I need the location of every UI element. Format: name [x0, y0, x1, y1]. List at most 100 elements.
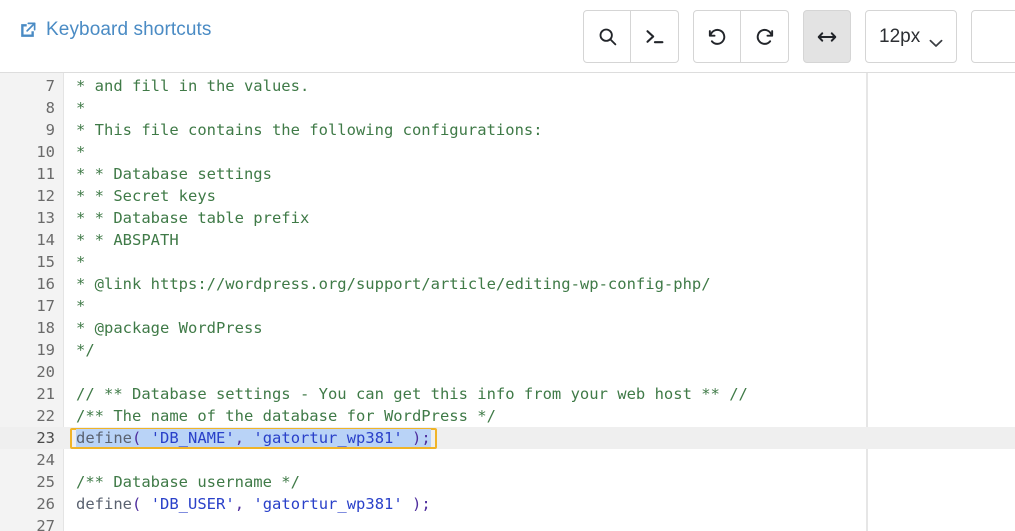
wrap-lines-toggle-button[interactable]	[803, 10, 851, 63]
line-number: 11	[36, 165, 55, 183]
code-text: * * ABSPATH	[76, 229, 179, 251]
line-number: 27	[36, 517, 55, 531]
code-line[interactable]: 13 * * Database table prefix	[0, 207, 1015, 229]
token-cmt: * * Secret keys	[76, 187, 216, 205]
token-str: 'gatortur_wp381'	[253, 429, 403, 447]
search-icon	[597, 26, 618, 47]
token-punc: ;	[421, 495, 431, 513]
token-punc: ,	[234, 495, 245, 513]
search-console-group	[583, 10, 679, 63]
redo-arrow-icon	[754, 26, 776, 48]
code-editor[interactable]: 7 * and fill in the values. 8 * 9 * This file…	[0, 73, 1015, 531]
code-text: * * Secret keys	[76, 185, 216, 207]
code-line[interactable]: 26 define( 'DB_USER', 'gatortur_wp381' );	[0, 493, 1015, 515]
token-fn: define	[76, 429, 132, 447]
code-line[interactable]: 16 * @link https://wordpress.org/support/…	[0, 273, 1015, 295]
code-line[interactable]: 23 define( 'DB_NAME', 'gatortur_wp381' );	[0, 427, 1015, 449]
code-text: /** The name of the database for WordPre…	[76, 405, 496, 427]
token-cmt: // ** Database settings - You can get th…	[76, 385, 748, 403]
token-cmt: *	[76, 143, 86, 161]
line-number: 19	[36, 341, 55, 359]
token-cmt: *	[76, 297, 86, 315]
line-number: 9	[45, 121, 55, 139]
toolbar-overflow-button[interactable]	[971, 10, 1015, 63]
token-fn	[402, 429, 413, 447]
token-cmt: * @link https://wordpress.org/support/ar…	[76, 275, 711, 293]
code-line[interactable]: 22 /** The name of the database for WordP…	[0, 405, 1015, 427]
code-lines-container[interactable]: 7 * and fill in the values. 8 * 9 * This file…	[0, 73, 1015, 531]
token-punc: ,	[234, 429, 245, 447]
code-text: * * Database settings	[76, 163, 272, 185]
code-line[interactable]: 8 *	[0, 97, 1015, 119]
font-size-select[interactable]: 12px	[865, 10, 958, 63]
undo-button[interactable]	[693, 10, 741, 63]
code-line[interactable]: 10 *	[0, 141, 1015, 163]
token-punc: )	[412, 495, 422, 513]
code-line[interactable]: 21 // ** Database settings - You can get …	[0, 383, 1015, 405]
line-number: 10	[36, 143, 55, 161]
code-line[interactable]: 17 *	[0, 295, 1015, 317]
token-cmt: * * Database settings	[76, 165, 272, 183]
code-line[interactable]: 24	[0, 449, 1015, 471]
terminal-prompt-icon	[644, 26, 665, 47]
token-cmt: * * Database table prefix	[76, 209, 310, 227]
token-fn	[244, 495, 253, 513]
token-str: 'DB_USER'	[150, 495, 235, 513]
token-cmt: * * ABSPATH	[76, 231, 179, 249]
line-number: 17	[36, 297, 55, 315]
code-text: *	[76, 97, 85, 119]
code-text: *	[76, 295, 85, 317]
code-text: define( 'DB_USER', 'gatortur_wp381' );	[76, 493, 431, 515]
horizontal-arrows-icon	[816, 26, 838, 48]
code-text: *	[76, 141, 85, 163]
line-number: 12	[36, 187, 55, 205]
token-cmt: * This file contains the following confi…	[76, 121, 543, 139]
code-line[interactable]: 18 * @package WordPress	[0, 317, 1015, 339]
code-text: * @package WordPress	[76, 317, 263, 339]
code-line[interactable]: 20	[0, 361, 1015, 383]
line-number: 13	[36, 209, 55, 227]
editor-toolbar: 12px	[583, 10, 1015, 63]
code-line[interactable]: 12 * * Secret keys	[0, 185, 1015, 207]
code-text: */	[76, 339, 95, 361]
line-number: 21	[36, 385, 55, 403]
code-text: /** Database username */	[76, 471, 300, 493]
code-line[interactable]: 15 *	[0, 251, 1015, 273]
code-line[interactable]: 14 * * ABSPATH	[0, 229, 1015, 251]
search-button[interactable]	[583, 10, 631, 63]
token-punc: (	[132, 429, 142, 447]
code-text: *	[76, 251, 85, 273]
code-text: * * Database table prefix	[76, 207, 309, 229]
line-number: 22	[36, 407, 55, 425]
editor-header-bar: Keyboard shortcuts 12px	[0, 0, 1015, 73]
keyboard-shortcuts-link[interactable]: Keyboard shortcuts	[18, 19, 212, 41]
token-cmt: /** Database username */	[76, 473, 300, 491]
token-fn	[244, 429, 254, 447]
chevron-down-icon	[929, 32, 943, 47]
redo-button[interactable]	[741, 10, 789, 63]
token-punc: (	[132, 495, 142, 513]
code-text: * and fill in the values.	[76, 75, 309, 97]
line-number: 25	[36, 473, 55, 491]
line-number: 14	[36, 231, 55, 249]
code-line[interactable]: 9 * This file contains the following conf…	[0, 119, 1015, 141]
line-number: 7	[45, 77, 55, 95]
external-link-icon	[18, 21, 37, 40]
token-fn	[141, 429, 151, 447]
code-line[interactable]: 27	[0, 515, 1015, 531]
font-size-value: 12px	[879, 25, 921, 47]
code-line[interactable]: 25 /** Database username */	[0, 471, 1015, 493]
code-text: * This file contains the following confi…	[76, 119, 543, 141]
token-fn	[403, 495, 412, 513]
code-text: // ** Database settings - You can get th…	[76, 383, 748, 405]
token-cmt: */	[76, 341, 95, 359]
console-button[interactable]	[631, 10, 679, 63]
token-fn: define	[76, 495, 132, 513]
code-line[interactable]: 19 */	[0, 339, 1015, 361]
undo-redo-group	[693, 10, 789, 63]
token-punc: )	[412, 429, 422, 447]
code-line[interactable]: 11 * * Database settings	[0, 163, 1015, 185]
undo-arrow-icon	[706, 26, 728, 48]
token-punc: ;	[421, 429, 431, 447]
code-line[interactable]: 7 * and fill in the values.	[0, 75, 1015, 97]
